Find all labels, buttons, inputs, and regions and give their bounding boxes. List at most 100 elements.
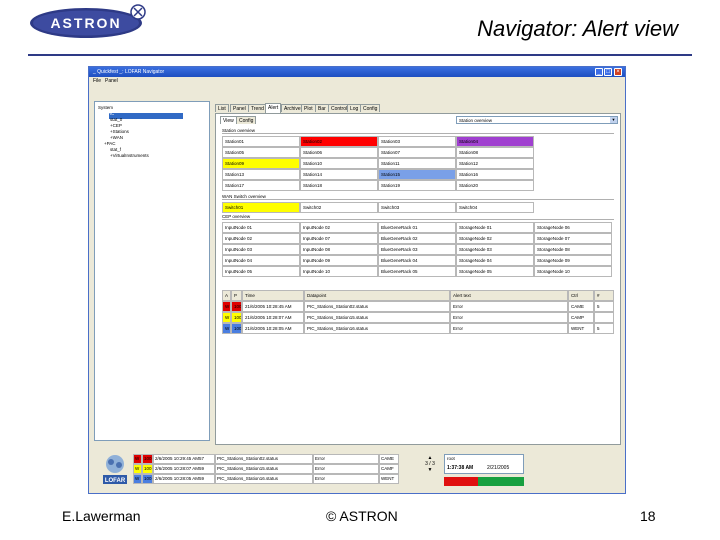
tree-item[interactable]: +WAN bbox=[110, 135, 123, 140]
cep-node-cell[interactable]: InputNode 03 bbox=[222, 244, 300, 255]
station-cell[interactable]: Station17 bbox=[222, 180, 300, 191]
cep-node-cell[interactable]: StorageNode 07 bbox=[534, 233, 612, 244]
recent-alert-cell[interactable]: W bbox=[133, 454, 142, 464]
recent-alert-cell[interactable]: CAMF bbox=[379, 464, 399, 474]
tab-alert[interactable]: Alert bbox=[265, 103, 282, 113]
alert-row-cell[interactable]: W bbox=[222, 312, 231, 323]
window-titlebar[interactable]: _ Quickfest _: LOFAR Navigator _ □ × bbox=[89, 67, 625, 77]
tab-panel[interactable]: Panel bbox=[230, 104, 249, 112]
station-cell[interactable]: Station02 bbox=[300, 136, 378, 147]
alert-row-cell[interactable]: 5 bbox=[594, 323, 614, 334]
recent-alert-cell[interactable]: CAME bbox=[379, 454, 399, 464]
alert-row-cell[interactable]: 21/6/2005 10:28:07 AM bbox=[242, 312, 304, 323]
subtab-view[interactable]: View bbox=[220, 116, 237, 124]
recent-alert-cell[interactable]: Error bbox=[313, 454, 379, 464]
cep-node-cell[interactable]: InputNode 07 bbox=[300, 233, 378, 244]
alert-row-cell[interactable]: Error bbox=[450, 312, 568, 323]
station-cell[interactable]: Station19 bbox=[378, 180, 456, 191]
tree-item[interactable]: stat_f bbox=[110, 147, 121, 152]
tree-item[interactable]: +PAC bbox=[104, 141, 116, 146]
station-cell[interactable]: Station08 bbox=[456, 147, 534, 158]
recent-alert-cell[interactable]: W bbox=[133, 464, 142, 474]
station-cell[interactable]: Station05 bbox=[222, 147, 300, 158]
menu-file[interactable]: File bbox=[93, 78, 101, 84]
tree-item[interactable]: - PIC bbox=[104, 111, 114, 116]
cep-node-cell[interactable]: StorageNode 06 bbox=[534, 222, 612, 233]
minimize-button[interactable]: _ bbox=[595, 68, 603, 76]
station-cell[interactable]: Station12 bbox=[456, 158, 534, 169]
station-cell[interactable]: Station15 bbox=[378, 169, 456, 180]
alert-column-header[interactable]: Datapoint bbox=[304, 290, 450, 301]
wan-switch-cell[interactable]: Switch01 bbox=[222, 202, 300, 213]
recent-alert-cell[interactable]: Error bbox=[313, 464, 379, 474]
alert-column-header[interactable]: Time bbox=[242, 290, 304, 301]
station-cell[interactable]: Station13 bbox=[222, 169, 300, 180]
alert-row-cell[interactable]: 100 bbox=[231, 312, 242, 323]
close-button[interactable]: × bbox=[614, 68, 622, 76]
overview-select[interactable]: Station overview ▼ bbox=[456, 116, 618, 124]
recent-alert-cell[interactable]: 2/6/2005 10:29:45 AM57 bbox=[153, 454, 215, 464]
recent-alert-cell[interactable]: PIC_Stations_Station15.status bbox=[215, 464, 313, 474]
station-cell[interactable]: Station18 bbox=[300, 180, 378, 191]
alert-row-cell[interactable]: 21/6/2005 10:28:05 AM bbox=[242, 323, 304, 334]
alert-row-cell[interactable]: CAMP bbox=[568, 312, 594, 323]
recent-alert-cell[interactable]: 2/6/2005 10:28:07 AM59 bbox=[153, 464, 215, 474]
cep-node-cell[interactable]: BlueGeneRack 05 bbox=[378, 266, 456, 277]
station-cell[interactable]: Station09 bbox=[222, 158, 300, 169]
recent-alert-cell[interactable]: 100 bbox=[142, 474, 153, 484]
cep-node-cell[interactable]: BlueGeneRack 01 bbox=[378, 222, 456, 233]
arrow-down-icon[interactable]: ▼ bbox=[421, 467, 439, 473]
alert-row-cell[interactable]: Error bbox=[450, 323, 568, 334]
station-cell[interactable]: Station16 bbox=[456, 169, 534, 180]
recent-alert-cell[interactable]: PIC_Stations_Station02.status bbox=[215, 454, 313, 464]
alert-column-header[interactable]: Ctrl bbox=[568, 290, 594, 301]
alert-column-header[interactable]: A bbox=[222, 290, 231, 301]
cep-node-cell[interactable]: InputNode 05 bbox=[222, 266, 300, 277]
station-cell[interactable]: Station04 bbox=[456, 136, 534, 147]
alert-row-cell[interactable]: WENT bbox=[568, 323, 594, 334]
recent-alert-cell[interactable]: PIC_Stations_Station16.status bbox=[215, 474, 313, 484]
alert-column-header[interactable]: P bbox=[231, 290, 242, 301]
cep-node-cell[interactable]: InputNode 04 bbox=[222, 255, 300, 266]
alert-row-cell[interactable]: Error bbox=[450, 301, 568, 312]
recent-alert-cell[interactable]: 100 bbox=[142, 454, 153, 464]
alert-row-cell[interactable]: PIC_Stations_Station02.status bbox=[304, 301, 450, 312]
alert-column-header[interactable]: Alert text bbox=[450, 290, 568, 301]
cep-node-cell[interactable]: StorageNode 03 bbox=[456, 244, 534, 255]
tab-bar[interactable]: Bar bbox=[315, 104, 329, 112]
subtab-config[interactable]: Config bbox=[236, 116, 257, 124]
station-cell[interactable]: Station07 bbox=[378, 147, 456, 158]
recent-alert-cell[interactable]: 100 bbox=[142, 464, 153, 474]
tab-config[interactable]: Config bbox=[360, 104, 381, 112]
alert-column-header[interactable]: # bbox=[594, 290, 614, 301]
chevron-down-icon[interactable]: ▼ bbox=[610, 117, 617, 123]
wan-switch-cell[interactable]: Switch03 bbox=[378, 202, 456, 213]
alert-row-cell[interactable]: CAME bbox=[568, 301, 594, 312]
tree-item[interactable]: +VirtualInstruments bbox=[110, 153, 149, 158]
cep-node-cell[interactable]: InputNode 01 bbox=[222, 222, 300, 233]
alert-row-cell[interactable]: 100 bbox=[231, 323, 242, 334]
cep-node-cell[interactable]: StorageNode 04 bbox=[456, 255, 534, 266]
cep-node-cell[interactable]: InputNode 08 bbox=[300, 244, 378, 255]
tree-item[interactable]: +Stations bbox=[110, 129, 129, 134]
cep-node-cell[interactable]: BlueGeneRack 03 bbox=[378, 244, 456, 255]
recent-alert-cell[interactable]: WENT bbox=[379, 474, 399, 484]
tab-plot[interactable]: Plot bbox=[301, 104, 316, 112]
station-cell[interactable]: Station14 bbox=[300, 169, 378, 180]
recent-alert-cell[interactable]: 2/6/2005 10:28:05 AM59 bbox=[153, 474, 215, 484]
cep-node-cell[interactable]: BlueGeneRack 04 bbox=[378, 255, 456, 266]
cep-node-cell[interactable]: StorageNode 09 bbox=[534, 255, 612, 266]
cep-node-cell[interactable]: StorageNode 05 bbox=[456, 266, 534, 277]
wan-switch-cell[interactable]: Switch04 bbox=[456, 202, 534, 213]
menu-panel[interactable]: Panel bbox=[105, 78, 118, 84]
station-cell[interactable]: Station10 bbox=[300, 158, 378, 169]
alert-row-cell[interactable]: 21/6/2005 10:28:45 AM bbox=[242, 301, 304, 312]
cep-node-cell[interactable]: InputNode 02 bbox=[222, 233, 300, 244]
station-cell[interactable]: Station11 bbox=[378, 158, 456, 169]
tab-list[interactable]: List bbox=[215, 104, 229, 112]
tree-item[interactable]: stat_0 bbox=[110, 117, 122, 122]
cep-node-cell[interactable]: BlueGeneRack 02 bbox=[378, 233, 456, 244]
navigation-tree[interactable]: System - PIC stat_0 +CEP +Stations +WAN +PAC st… bbox=[94, 101, 210, 441]
station-cell[interactable]: Station01 bbox=[222, 136, 300, 147]
wan-switch-cell[interactable]: Switch02 bbox=[300, 202, 378, 213]
